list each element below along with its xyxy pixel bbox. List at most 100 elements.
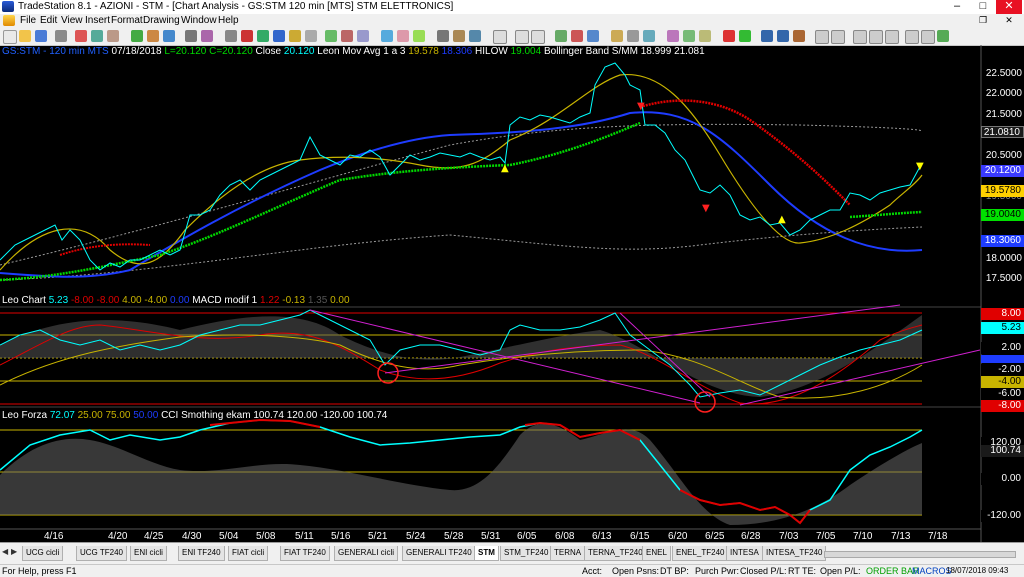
tab-stm[interactable]: STM	[474, 546, 499, 561]
price-tick: 20.5000	[985, 150, 1022, 161]
menu-drawing[interactable]: Drawing	[141, 14, 182, 28]
channel-icon[interactable]	[397, 30, 409, 42]
maximize-icon[interactable]: □	[970, 0, 996, 14]
minimize-icon[interactable]: –	[944, 0, 970, 14]
menu-file[interactable]: File	[18, 14, 38, 28]
forward-icon[interactable]	[793, 30, 805, 42]
hline-icon[interactable]	[257, 30, 269, 42]
open-icon[interactable]	[19, 30, 31, 42]
tab-generali-cicli[interactable]: GENERALI cicli	[334, 546, 399, 561]
back-icon[interactable]	[777, 30, 789, 42]
candle-icon[interactable]	[571, 30, 583, 42]
price-pane[interactable]: ▼ ▼ ▲ ▲ ▼	[0, 62, 924, 282]
search-icon[interactable]	[493, 30, 507, 44]
hilow-up-line	[0, 121, 641, 282]
tab-enel[interactable]: ENEL	[642, 546, 671, 561]
menu-format[interactable]: Format	[109, 14, 145, 28]
fib-icon[interactable]	[289, 30, 301, 42]
menu-edit[interactable]: Edit	[38, 14, 59, 28]
tab-eni-cicli[interactable]: ENI cicli	[130, 546, 167, 561]
chart-refresh-icon[interactable]	[937, 30, 949, 42]
cci-pane[interactable]	[0, 418, 923, 525]
menu-window[interactable]: Window	[179, 14, 219, 28]
close-doc-icon[interactable]: ✕	[996, 14, 1022, 28]
ellipse-icon[interactable]	[357, 30, 369, 42]
status-closed-pl: Closed P/L:	[740, 566, 787, 576]
restore-doc-icon[interactable]: ❐	[970, 14, 996, 28]
indicator-icon[interactable]	[185, 30, 197, 42]
save-icon[interactable]	[35, 30, 47, 42]
right-arrow-icon[interactable]	[831, 30, 845, 44]
close-icon[interactable]: ✕	[996, 0, 1022, 14]
layout-icon[interactable]	[885, 30, 899, 44]
chart-icon[interactable]	[131, 30, 143, 42]
tab-intesa-tf240[interactable]: INTESA_TF240	[762, 546, 827, 561]
sell-arrow-icon-2: ▼	[702, 203, 710, 214]
tracking-icon[interactable]	[627, 30, 639, 42]
gann-icon[interactable]	[413, 30, 425, 42]
screen-icon[interactable]	[853, 30, 867, 44]
signal-circle-2	[694, 391, 716, 413]
menu-view[interactable]: View	[59, 14, 85, 28]
buy-arrow-icon-2: ▲	[778, 214, 786, 225]
moving-average-slow	[0, 111, 923, 278]
interval-icon[interactable]	[699, 30, 711, 42]
macd-pane[interactable]	[0, 304, 981, 413]
regression-icon[interactable]	[381, 30, 393, 42]
window-title: TradeStation 8.1 - AZIONI - STM - [Chart…	[18, 1, 454, 12]
copy-icon[interactable]	[91, 30, 103, 42]
chart-canvas[interactable]: ▼ ▼ ▲ ▲ ▼	[0, 45, 1024, 542]
tab-terna[interactable]: TERNA	[550, 546, 586, 561]
tab-fiat-tf240[interactable]: FIAT TF240	[280, 546, 330, 561]
andrews-icon[interactable]	[453, 30, 465, 42]
data-window-icon[interactable]	[611, 30, 623, 42]
cut-icon[interactable]	[75, 30, 87, 42]
scale-icon[interactable]	[667, 30, 679, 42]
link-icon[interactable]	[905, 30, 919, 44]
menu-help[interactable]: Help	[216, 14, 241, 28]
tab-scroll-left-icon[interactable]: ◀	[2, 547, 10, 559]
left-arrow-icon[interactable]	[815, 30, 829, 44]
line-chart-icon[interactable]	[587, 30, 599, 42]
new-icon[interactable]	[3, 30, 17, 44]
order-icon[interactable]	[739, 30, 751, 42]
tab-scrollbar[interactable]	[824, 551, 1016, 558]
play-icon[interactable]	[761, 30, 773, 42]
window-icon[interactable]	[921, 30, 935, 44]
macd-header-m3: 1.35	[307, 295, 328, 306]
tab-ucg-tf240[interactable]: UCG TF240	[76, 546, 127, 561]
tab-enel-tf240[interactable]: ENEL_TF240	[672, 546, 729, 561]
tab-generali-tf240[interactable]: GENERALI TF240	[402, 546, 476, 561]
arrow-up-icon[interactable]	[325, 30, 337, 42]
cursor-icon[interactable]	[225, 30, 237, 42]
tab-fiat-cicli[interactable]: FIAT cicli	[228, 546, 269, 561]
price-header-mts: MTS	[87, 46, 109, 57]
print-icon[interactable]	[55, 30, 67, 42]
matrix-icon[interactable]	[163, 30, 175, 42]
radar-icon[interactable]	[147, 30, 159, 42]
space-icon[interactable]	[683, 30, 695, 42]
tab-terna-tf240[interactable]: TERNA_TF240	[584, 546, 647, 561]
vline-icon[interactable]	[273, 30, 285, 42]
speedline-icon[interactable]	[437, 30, 449, 42]
cci-level-minus120: -120.00	[981, 510, 1024, 522]
tab-stm-tf240[interactable]: STM_TF240	[500, 546, 553, 561]
format-icon[interactable]	[643, 30, 655, 42]
cycle-icon[interactable]	[469, 30, 481, 42]
menu-insert[interactable]: Insert	[83, 14, 112, 28]
tab-scroll-right-icon[interactable]: ▶	[11, 547, 19, 559]
text-icon[interactable]	[305, 30, 317, 42]
arrow-down-icon[interactable]	[341, 30, 353, 42]
strategy-icon[interactable]	[201, 30, 213, 42]
tab-eni-tf240[interactable]: ENI TF240	[178, 546, 225, 561]
alert-icon[interactable]	[723, 30, 735, 42]
trendline-icon[interactable]	[241, 30, 253, 42]
paste-icon[interactable]	[107, 30, 119, 42]
zoom-out-icon[interactable]	[531, 30, 545, 44]
chart-area[interactable]: ▼ ▼ ▲ ▲ ▼ GS:STM - 120 min MTS 07/18/201…	[0, 45, 1024, 542]
grid-icon[interactable]	[869, 30, 883, 44]
bar-chart-icon[interactable]	[555, 30, 567, 42]
tab-intesa[interactable]: INTESA	[726, 546, 763, 561]
zoom-in-icon[interactable]	[515, 30, 529, 44]
tab-ucg-cicli[interactable]: UCG cicli	[22, 546, 64, 561]
